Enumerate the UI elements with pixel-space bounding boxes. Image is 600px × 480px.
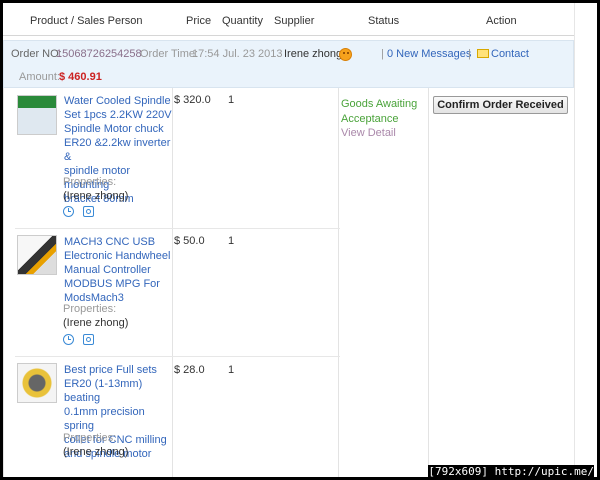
product-thumbnail[interactable]	[17, 363, 57, 403]
vertical-scrollbar[interactable]	[574, 3, 597, 477]
table-header: Product / Sales Person Price Quantity Su…	[3, 3, 574, 36]
amount-label: Amount:	[19, 71, 60, 83]
row-divider	[15, 356, 340, 357]
header-status: Status	[368, 15, 400, 27]
order-list-panel: Product / Sales Person Price Quantity Su…	[3, 3, 597, 477]
header-action: Action	[486, 15, 517, 27]
sales-person: (Irene zhong)	[63, 317, 129, 329]
product-thumbnail[interactable]	[17, 95, 57, 135]
sales-person: (Irene zhong)	[63, 446, 129, 458]
item-price: $ 28.0	[174, 364, 205, 376]
sales-person: (Irene zhong)	[63, 190, 129, 202]
divider	[338, 88, 339, 477]
item-quantity: 1	[228, 94, 235, 106]
order-time-label: Order Time:	[140, 48, 199, 60]
confirm-order-received-button[interactable]: Confirm Order Received	[433, 96, 568, 114]
divider	[428, 88, 429, 477]
item-price: $ 50.0	[174, 235, 205, 247]
chat-status-icon[interactable]	[339, 48, 352, 61]
supplier-name[interactable]: Irene zhong	[284, 48, 342, 60]
item-quantity: 1	[228, 235, 235, 247]
product-thumbnail[interactable]	[17, 235, 57, 275]
order-number-label: Order NO:	[11, 48, 62, 60]
properties-label: Properties:	[63, 303, 117, 315]
separator: |	[381, 48, 384, 60]
item-quantity: 1	[228, 364, 235, 376]
view-detail-link[interactable]: View Detail	[341, 127, 396, 139]
divider	[172, 88, 173, 477]
header-product: Product / Sales Person	[30, 15, 143, 27]
order-number[interactable]: 15068726254258	[56, 48, 142, 60]
new-messages-link[interactable]: 0 New Messages	[387, 48, 471, 60]
clock-icon[interactable]	[63, 206, 74, 217]
item-price: $ 320.0	[174, 94, 211, 106]
envelope-icon[interactable]	[477, 49, 489, 58]
product-title-link[interactable]: MACH3 CNC USB Electronic Handwheel Manua…	[64, 235, 172, 305]
header-price: Price	[186, 15, 212, 27]
clock-icon[interactable]	[63, 334, 74, 345]
snapshot-icon[interactable]	[83, 334, 94, 345]
properties-label: Properties:	[63, 432, 117, 444]
order-amount: $ 460.91	[59, 71, 102, 83]
properties-label: Properties:	[63, 176, 117, 188]
contact-link[interactable]: Contact	[491, 48, 529, 60]
order-time: 17:54 Jul. 23 2013	[192, 48, 283, 60]
header-quantity: Quantity	[222, 15, 263, 27]
order-summary-row: Order NO: 15068726254258 Order Time: 17:…	[3, 40, 574, 88]
row-divider	[15, 228, 340, 229]
snapshot-icon[interactable]	[83, 206, 94, 217]
header-supplier: Supplier	[274, 15, 315, 27]
separator: |	[468, 48, 471, 60]
order-status: Goods Awaiting Acceptance	[341, 98, 418, 125]
watermark: [792x609] http://upic.me/	[428, 465, 594, 478]
